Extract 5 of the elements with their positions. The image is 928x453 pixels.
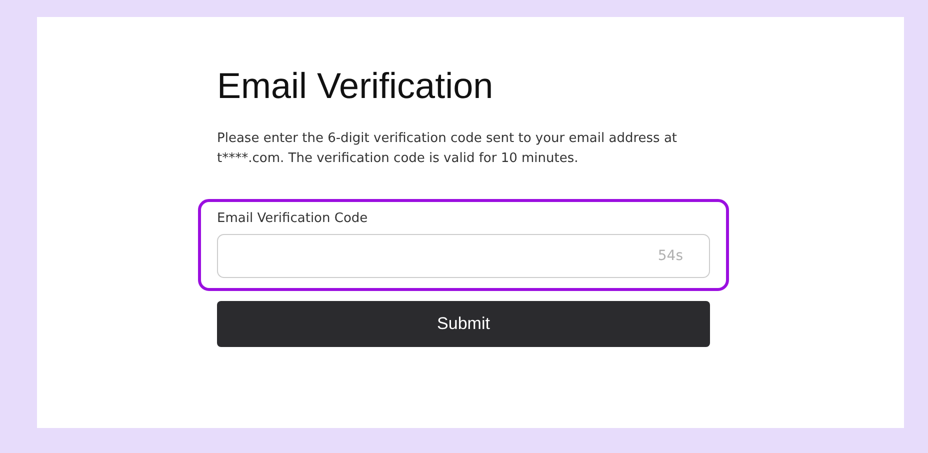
submit-button[interactable]: Submit bbox=[217, 301, 710, 347]
countdown-timer: 54s bbox=[658, 248, 683, 264]
page-title: Email Verification bbox=[217, 65, 494, 107]
instruction-text: Please enter the 6-digit verification code sent to your email address at t****.com. The verification code is valid for 10 minutes. bbox=[217, 130, 678, 168]
field-label: Email Verification Code bbox=[217, 210, 369, 228]
